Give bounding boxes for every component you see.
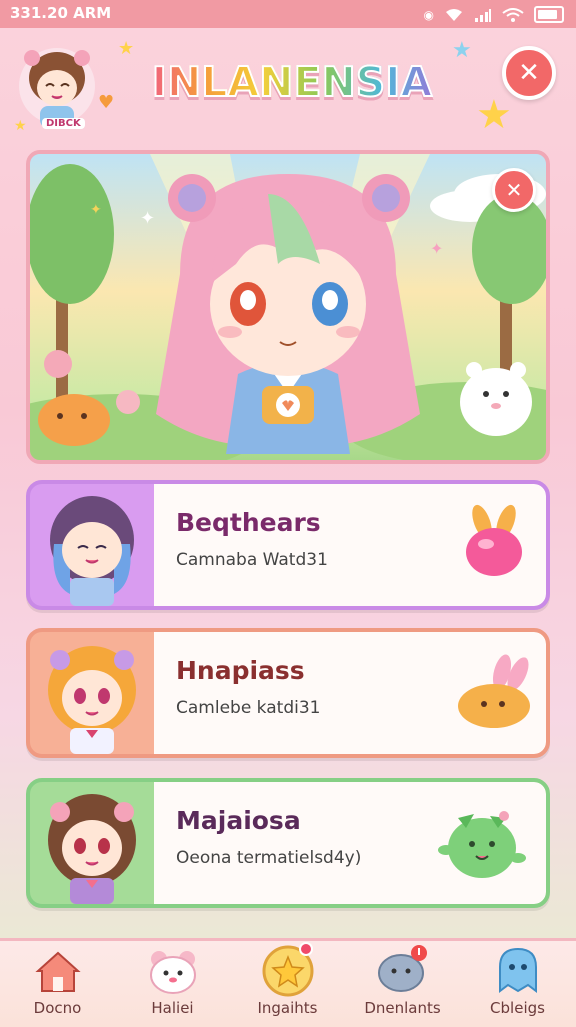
wifi-icon [446, 8, 462, 21]
star-icon: ★ [118, 38, 135, 59]
card-body: Majaiosa Oeona termatielsd4y) [154, 782, 546, 904]
character-portrait [48, 646, 136, 754]
character-card[interactable]: Hnapiass Camlebe katdi31 [26, 628, 550, 758]
star-icon: ★ [476, 92, 512, 138]
nav-label: Ingaihts [257, 999, 318, 1017]
nav-label: Dnenlants [364, 999, 441, 1017]
ghost-icon [499, 947, 537, 993]
character-subtitle: Camlebe katdi31 [176, 698, 321, 718]
svg-text:✦: ✦ [90, 202, 102, 218]
status-time: 331.20 ARM [10, 4, 112, 22]
app-title: INLANENSIA [142, 57, 442, 128]
star-icon: ★ [14, 118, 27, 134]
svg-text:✦: ✦ [140, 208, 155, 229]
character-name: Hnapiass [176, 656, 305, 685]
card-body: Hnapiass Camlebe katdi31 [154, 632, 546, 754]
chat-icon [378, 945, 427, 992]
close-button[interactable]: ✕ [502, 46, 556, 100]
hero-scene: ✦ ✦ ✦ ✕ [26, 150, 550, 464]
svg-text:✦: ✦ [430, 239, 443, 258]
nav-label: Haliei [151, 999, 194, 1017]
star-icon: ★ [452, 38, 472, 63]
hero-close-button[interactable]: ✕ [492, 168, 536, 212]
avatar-badge: DIBCK [42, 118, 85, 129]
nav-item-home[interactable]: Docno [0, 941, 115, 1027]
bottom-nav: Docno Haliei Ingaihts Dnenlants Cbleigs [0, 938, 576, 1027]
star-icon [262, 942, 314, 997]
nav-item-pets[interactable]: Haliei [115, 941, 230, 1027]
nav-item-collections[interactable]: Cbleigs [460, 941, 575, 1027]
character-card[interactable]: Majaiosa Oeona termatielsd4y) [26, 778, 550, 908]
battery-icon [534, 6, 564, 23]
character-portrait [50, 496, 134, 606]
wifi2-icon [502, 7, 524, 22]
character-name: Beqthears [176, 508, 321, 537]
status-bar: 331.20 ARM ◉ [0, 0, 576, 28]
nav-label: Docno [33, 999, 82, 1017]
pink-bunny-icon [466, 504, 522, 576]
close-icon: ✕ [518, 58, 540, 88]
green-dragon-icon [438, 811, 526, 878]
nav-item-highlights[interactable]: Ingaihts [230, 941, 345, 1027]
orange-bunny-icon [458, 654, 530, 728]
hero-illustration: ✦ ✦ ✦ [30, 154, 546, 460]
house-icon [35, 951, 81, 992]
alarm-icon: ◉ [423, 7, 434, 22]
card-body: Beqthears Camnaba Watd31 [154, 484, 546, 606]
signal-icon [475, 8, 491, 22]
character-subtitle: Camnaba Watd31 [176, 550, 328, 570]
nav-label: Cbleigs [490, 999, 545, 1017]
close-icon: ✕ [505, 178, 523, 202]
character-subtitle: Oeona termatielsd4y) [176, 848, 362, 868]
nav-item-messages[interactable]: Dnenlants [345, 941, 460, 1027]
character-card[interactable]: Beqthears Camnaba Watd31 [26, 480, 550, 610]
character-portrait [48, 794, 136, 904]
status-icons: ◉ [424, 6, 564, 23]
character-name: Majaiosa [176, 806, 301, 835]
bear-icon [150, 951, 196, 994]
heart-icon: ♥ [98, 92, 115, 113]
